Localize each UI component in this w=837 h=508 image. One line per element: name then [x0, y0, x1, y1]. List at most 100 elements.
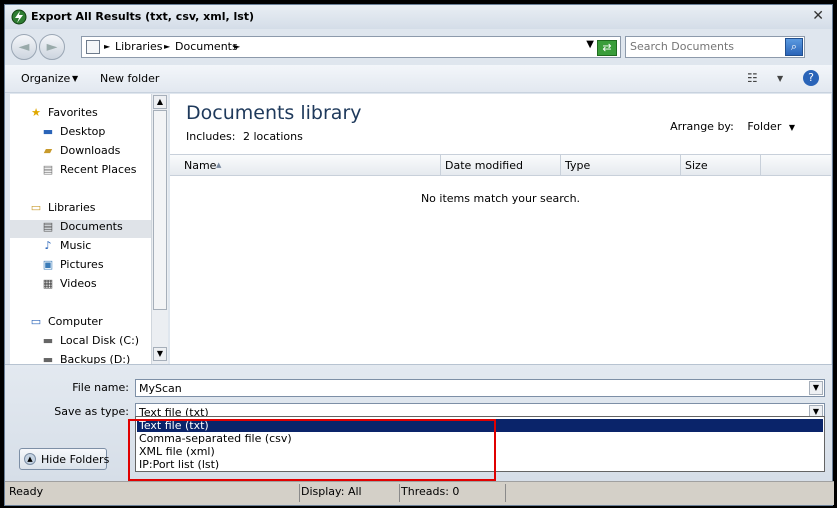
column-divider[interactable] — [680, 155, 681, 176]
videos-icon: ▦ — [42, 277, 54, 290]
new-folder-button[interactable]: New folder — [100, 72, 159, 85]
help-icon[interactable]: ? — [803, 70, 819, 86]
column-divider[interactable] — [560, 155, 561, 176]
arrange-chevron-down-icon[interactable]: ▼ — [789, 123, 795, 132]
library-icon — [86, 40, 100, 54]
local-disk-icon: ▬ — [42, 334, 54, 347]
sidebar-item-libraries[interactable]: ▭ Libraries — [28, 201, 96, 219]
sidebar-item-computer[interactable]: ▭ Computer — [28, 315, 103, 333]
downloads-folder-icon: ▰ — [43, 144, 53, 157]
music-icon: ♪ — [44, 239, 52, 252]
computer-icon: ▭ — [30, 315, 42, 328]
save-as-type-label: Save as type: — [54, 405, 129, 418]
sidebar-item-label: Computer — [48, 315, 103, 328]
collapse-up-icon: ▲ — [24, 453, 36, 465]
sidebar-item-label: Local Disk (C:) — [60, 334, 140, 347]
file-name-value[interactable]: MyScan — [139, 382, 182, 395]
column-divider[interactable] — [760, 155, 761, 176]
page-title: Documents library — [186, 102, 362, 124]
scroll-thumb[interactable] — [153, 110, 167, 310]
sidebar-item-pictures[interactable]: ▣ Pictures — [40, 258, 104, 276]
breadcrumb-documents[interactable]: Documents — [175, 40, 238, 53]
file-name-label: File name: — [72, 381, 129, 394]
breadcrumb-separator-icon[interactable]: ► — [234, 42, 240, 51]
sidebar-item-documents[interactable]: ▤ Documents — [10, 220, 157, 238]
libraries-icon: ▭ — [30, 201, 42, 214]
organize-button[interactable]: Organize — [21, 72, 70, 85]
sidebar-item-backups[interactable]: ▬ Backups (D:) — [40, 353, 131, 364]
window-title: Export All Results (txt, csv, xml, lst) — [31, 10, 255, 23]
sidebar-item-label: Libraries — [48, 201, 96, 214]
breadcrumb-separator-icon[interactable]: ► — [164, 42, 170, 51]
documents-icon: ▤ — [42, 220, 54, 233]
backup-disk-icon: ▬ — [42, 353, 54, 364]
sidebar-item-label: Recent Places — [60, 163, 137, 176]
column-divider[interactable] — [440, 155, 441, 176]
views-chevron-down-icon[interactable]: ▼ — [777, 74, 783, 83]
status-display: Display: All — [301, 485, 362, 498]
app-lightning-icon — [11, 9, 27, 25]
sidebar-item-music[interactable]: ♪ Music — [40, 239, 91, 257]
column-type[interactable]: Type — [565, 159, 590, 172]
status-divider — [505, 484, 506, 502]
column-name[interactable]: Name — [184, 159, 216, 172]
includes-label: Includes: — [186, 130, 236, 143]
forward-button[interactable]: ► — [39, 34, 65, 60]
navigation-row: ◄ ► ► Libraries ► Documents ► ▼ ⇄ ⌕ — [5, 31, 832, 63]
status-divider — [299, 484, 300, 502]
views-icon[interactable]: ☷ — [747, 71, 758, 85]
status-ready: Ready — [9, 485, 44, 498]
save-dialog-window: Export All Results (txt, csv, xml, lst) … — [0, 0, 837, 508]
file-list-pane: Documents library Includes: 2 locations … — [170, 94, 831, 364]
sidebar-item-label: Videos — [60, 277, 97, 290]
navigation-pane: ★ Favorites ▬ Desktop ▰ Downloads ▤ Recent P… — [10, 94, 157, 364]
sidebar-item-label: Desktop — [60, 125, 106, 138]
search-box[interactable]: ⌕ — [625, 36, 805, 58]
dialog-frame: Export All Results (txt, csv, xml, lst) … — [4, 4, 834, 506]
highlight-annotation-box — [128, 419, 496, 481]
column-date-modified[interactable]: Date modified — [445, 159, 523, 172]
sidebar-item-favorites[interactable]: ★ Favorites — [28, 106, 98, 124]
search-icon[interactable]: ⌕ — [785, 38, 803, 56]
column-header-row: Name ▲ Date modified Type Size — [170, 154, 831, 176]
sidebar-item-label: Documents — [60, 220, 123, 233]
search-input[interactable] — [630, 40, 780, 53]
empty-list-message: No items match your search. — [420, 192, 581, 205]
status-divider — [399, 484, 400, 502]
back-button[interactable]: ◄ — [11, 34, 37, 60]
star-icon: ★ — [31, 106, 41, 119]
refresh-button[interactable]: ⇄ — [597, 40, 617, 56]
breadcrumb-separator-icon[interactable]: ► — [104, 42, 110, 51]
file-name-chevron-down-icon[interactable]: ▼ — [809, 381, 823, 395]
sidebar-item-desktop[interactable]: ▬ Desktop — [40, 125, 106, 143]
address-bar[interactable]: ► Libraries ► Documents ► ▼ — [81, 36, 621, 58]
navigation-scrollbar[interactable]: ▲ ▼ — [151, 94, 168, 364]
breadcrumb-libraries[interactable]: Libraries — [115, 40, 163, 53]
column-size[interactable]: Size — [685, 159, 708, 172]
sidebar-item-downloads[interactable]: ▰ Downloads — [40, 144, 121, 162]
desktop-icon: ▬ — [42, 125, 54, 138]
includes-locations-link[interactable]: 2 locations — [243, 130, 303, 143]
arrange-by-dropdown[interactable]: Folder — [747, 120, 781, 133]
arrange-by-label: Arrange by: — [670, 120, 734, 133]
file-name-field[interactable]: MyScan ▼ — [135, 379, 825, 397]
sidebar-item-label: Backups (D:) — [60, 353, 131, 364]
close-icon[interactable]: ✕ — [812, 8, 824, 24]
scroll-down-icon[interactable]: ▼ — [153, 347, 167, 361]
address-dropdown-icon[interactable]: ▼ — [586, 39, 594, 50]
recent-places-icon: ▤ — [42, 163, 54, 176]
organize-chevron-down-icon[interactable]: ▼ — [72, 74, 78, 83]
library-includes: Includes: 2 locations — [186, 130, 303, 143]
hide-folders-label: Hide Folders — [41, 453, 110, 466]
title-bar[interactable]: Export All Results (txt, csv, xml, lst) … — [5, 5, 832, 29]
sidebar-item-local-disk[interactable]: ▬ Local Disk (C:) — [40, 334, 139, 352]
sidebar-item-label: Pictures — [60, 258, 104, 271]
status-threads: Threads: 0 — [401, 485, 460, 498]
sidebar-item-recent-places[interactable]: ▤ Recent Places — [40, 163, 137, 181]
sidebar-item-label: Favorites — [48, 106, 98, 119]
sidebar-item-label: Music — [60, 239, 92, 252]
sidebar-item-videos[interactable]: ▦ Videos — [40, 277, 97, 295]
hide-folders-button[interactable]: ▲ Hide Folders — [19, 448, 110, 470]
scroll-up-icon[interactable]: ▲ — [153, 95, 167, 109]
arrange-by: Arrange by: Folder ▼ — [670, 120, 795, 133]
